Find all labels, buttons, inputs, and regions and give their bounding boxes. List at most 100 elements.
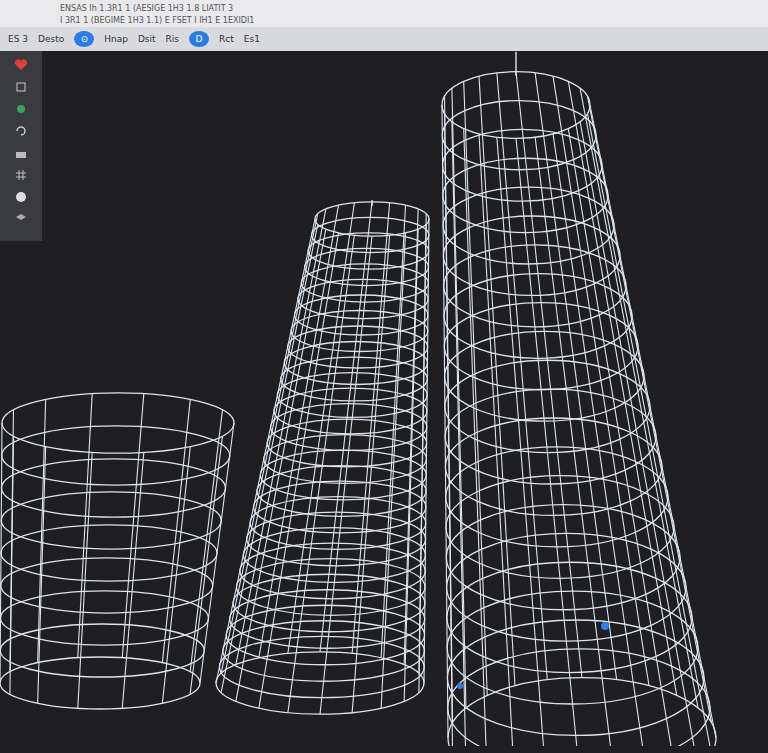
wire-ring (219, 636, 424, 697)
move-icon[interactable] (15, 103, 27, 115)
wire-ring (226, 605, 424, 664)
wire-line (352, 235, 389, 712)
wire-line (162, 399, 190, 662)
wire-line (320, 202, 372, 652)
wireframe-cylinder[interactable] (216, 200, 429, 714)
toolbar-item[interactable]: D (189, 31, 209, 47)
viewport[interactable] (0, 51, 768, 753)
wire-line (553, 76, 649, 686)
wire-ring (1, 558, 213, 613)
wire-ring (445, 418, 662, 515)
antenna-line (515, 52, 516, 76)
wire-line (445, 96, 453, 722)
wire-ring (216, 652, 424, 714)
wire-line (221, 214, 318, 674)
toolbar-item[interactable]: ES 3 (8, 34, 28, 44)
wire-ring (447, 591, 698, 704)
heart-icon[interactable] (14, 59, 28, 71)
wire-line (580, 122, 698, 746)
wire-line (452, 88, 466, 708)
wire-line (568, 81, 676, 695)
wire-ring (264, 435, 427, 484)
wire-line (452, 122, 466, 746)
wire-line (190, 410, 222, 672)
wire-line (162, 447, 190, 704)
wire-ring (250, 497, 426, 550)
wire-ring (233, 574, 425, 632)
toolbar-item[interactable]: Desto (38, 34, 64, 44)
wire-line (381, 205, 405, 658)
wire-ring (267, 419, 426, 467)
wire-line (404, 209, 418, 665)
layer-icon[interactable] (15, 213, 27, 225)
wire-line (535, 137, 617, 746)
wire-line (587, 96, 711, 722)
wire-ring (301, 264, 428, 302)
wire-ring (2, 426, 230, 485)
wire-line (442, 105, 448, 738)
selected-vertex[interactable] (601, 622, 609, 630)
wire-line (587, 114, 711, 746)
wire-ring (257, 466, 426, 517)
wire-ring (447, 533, 686, 641)
wire-line (590, 105, 716, 738)
toolbar-item[interactable]: Hnap (104, 34, 128, 44)
wire-ring (230, 590, 425, 649)
grid-icon[interactable] (15, 169, 27, 181)
toolbar-item[interactable]: Ris (166, 34, 179, 44)
wire-line (78, 452, 92, 708)
wire-line (516, 138, 582, 746)
wire-line (464, 129, 488, 746)
wire-line (38, 399, 46, 662)
wire-line (497, 73, 547, 680)
sphere-icon[interactable] (15, 191, 27, 203)
cad-screen: ENSAS Ih 1.3R1 1 (AESIGE 1H3 1.8 LIATIT … (0, 0, 768, 753)
wire-line (0, 423, 2, 683)
wire-ring (1, 525, 217, 581)
tool-strip (0, 51, 42, 241)
wire-line (352, 203, 389, 654)
wireframe-cylinder[interactable] (0, 393, 234, 709)
toolbar-item[interactable]: ⊙ (74, 31, 94, 47)
selected-vertex[interactable] (457, 683, 463, 689)
wire-line (122, 394, 144, 658)
wire-line (236, 209, 326, 665)
wire-line (122, 452, 144, 708)
antenna-line (371, 200, 372, 206)
wire-ring (247, 512, 426, 566)
wire-line (221, 224, 318, 692)
select-icon[interactable] (15, 81, 27, 93)
rotate-icon[interactable] (15, 125, 27, 137)
wire-ring (1, 591, 209, 645)
toolbar-item[interactable]: Dsit (138, 34, 156, 44)
toolbar-item[interactable]: Es1 (244, 34, 260, 44)
wire-ring (446, 447, 668, 547)
scale-icon[interactable] (15, 147, 27, 159)
model-canvas[interactable] (0, 51, 768, 746)
wire-line (320, 236, 372, 714)
wire-ring (446, 505, 680, 610)
wire-line (10, 410, 14, 672)
wire-line (535, 73, 617, 680)
wire-line (479, 76, 515, 686)
wire-ring (2, 393, 234, 453)
title-area: ENSAS Ih 1.3R1 1 (AESIGE 1H3 1.8 LIATIT … (0, 0, 768, 27)
wire-line (404, 229, 418, 701)
toolbar-item[interactable]: Rct (219, 34, 234, 44)
wire-ring (240, 543, 425, 599)
wire-ring (315, 202, 429, 236)
wire-line (419, 214, 426, 674)
wire-line (236, 229, 326, 701)
wire-ring (254, 481, 426, 533)
wire-ring (223, 621, 425, 681)
wire-ring (2, 459, 226, 517)
wire-line (38, 447, 46, 704)
wire-ring (236, 559, 425, 616)
wire-ring (312, 217, 429, 252)
wireframe-cylinder[interactable] (442, 52, 716, 746)
wire-ring (0, 657, 200, 709)
toolbar: ES 3 Desto ⊙ Hnap Dsit Ris D Rct Es1 (0, 27, 768, 51)
wire-ring (0, 624, 204, 677)
wire-line (580, 88, 698, 708)
wire-ring (447, 562, 692, 672)
